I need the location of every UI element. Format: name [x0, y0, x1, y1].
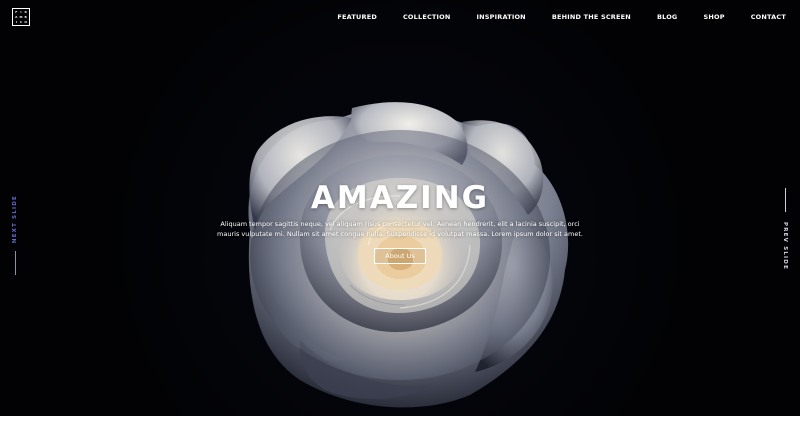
logo-letter: I: [20, 10, 22, 15]
logo-letter: C: [19, 19, 23, 24]
logo-letter: R: [24, 10, 27, 15]
logo-letter: F: [15, 10, 18, 15]
hero-section: F I R A M B I C O FEATURED COLLECTION IN…: [0, 0, 800, 416]
nav-item-collection[interactable]: COLLECTION: [390, 12, 464, 22]
hero-title: AMAZING: [310, 180, 490, 216]
nav-item-shop[interactable]: SHOP: [690, 12, 737, 22]
about-us-button[interactable]: About Us: [374, 248, 426, 264]
logo-letter: I: [15, 19, 17, 24]
nav-item-contact[interactable]: CONTACT: [738, 12, 788, 22]
hero-description: Aliquam tempor sagittis neque, vel aliqu…: [217, 220, 583, 238]
logo-letter: M: [19, 14, 23, 19]
nav-item-inspiration[interactable]: INSPIRATION: [464, 12, 539, 22]
main-nav: FEATURED COLLECTION INSPIRATION BEHIND T…: [324, 12, 788, 22]
nav-item-blog[interactable]: BLOG: [644, 12, 691, 22]
hero-content: AMAZING Aliquam tempor sagittis neque, v…: [0, 176, 800, 264]
logo-letter: A: [15, 14, 18, 19]
logo-letter: O: [24, 19, 27, 24]
nav-item-featured[interactable]: FEATURED: [324, 12, 390, 22]
brand-logo[interactable]: F I R A M B I C O: [12, 8, 30, 26]
nav-item-behind-the-screen[interactable]: BEHIND THE SCREEN: [539, 12, 644, 22]
logo-letter: B: [24, 14, 27, 19]
